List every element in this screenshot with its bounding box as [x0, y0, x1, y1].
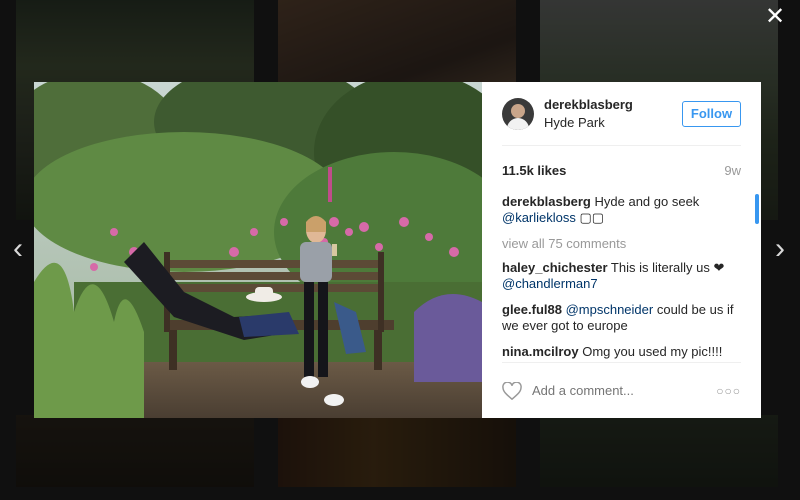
caption-mention[interactable]: @karliekloss: [502, 210, 576, 225]
scrollbar-thumb[interactable]: [755, 194, 759, 224]
post-modal: derekblasberg Hyde Park Follow 11.5k lik…: [34, 82, 761, 418]
close-icon[interactable]: ✕: [764, 5, 786, 29]
follow-button[interactable]: Follow: [682, 100, 741, 127]
comment-item: nina.mcilroy Omg you used my pic!!!! Hah…: [502, 344, 751, 359]
comment-username[interactable]: glee.ful88: [502, 302, 562, 317]
chevron-left-icon[interactable]: ‹: [4, 232, 32, 266]
avatar[interactable]: [502, 97, 534, 130]
comment-bar: ○○○: [502, 362, 741, 418]
likes-count[interactable]: 11.5k likes: [502, 163, 566, 178]
comment-mention[interactable]: @chandlerman7: [502, 276, 598, 291]
post-header: derekblasberg Hyde Park Follow: [502, 82, 741, 146]
post-meta: 11.5k likes 9w: [502, 146, 741, 194]
more-options-icon[interactable]: ○○○: [716, 384, 741, 398]
chevron-right-icon[interactable]: ›: [766, 232, 794, 266]
post-photo: [34, 82, 482, 418]
caption-text: Hyde and go seek: [594, 194, 700, 209]
caption-username[interactable]: derekblasberg: [502, 194, 591, 209]
comment-mention[interactable]: @mpschneider: [566, 302, 654, 317]
caption: derekblasberg Hyde and go seek @karliekl…: [502, 194, 751, 226]
post-details-panel: derekblasberg Hyde Park Follow 11.5k lik…: [482, 82, 761, 418]
heart-icon[interactable]: [502, 381, 522, 400]
comments-scrollbar[interactable]: [755, 192, 759, 360]
comment-item: glee.ful88 @mpschneider could be us if w…: [502, 302, 751, 334]
post-age: 9w: [724, 162, 741, 178]
view-all-comments-link[interactable]: view all 75 comments: [502, 236, 751, 252]
add-comment-input[interactable]: [532, 383, 717, 398]
username-link[interactable]: derekblasberg: [544, 97, 682, 113]
comment-username[interactable]: haley_chichester: [502, 260, 608, 275]
caption-emoji: ▢▢: [579, 210, 605, 225]
location-link[interactable]: Hyde Park: [544, 115, 682, 131]
comments-list[interactable]: derekblasberg Hyde and go seek @karliekl…: [502, 194, 751, 359]
comment-text: This is literally us ❤: [610, 260, 725, 275]
comment-username[interactable]: nina.mcilroy: [502, 344, 579, 359]
comment-item: haley_chichester This is literally us ❤ …: [502, 260, 751, 292]
